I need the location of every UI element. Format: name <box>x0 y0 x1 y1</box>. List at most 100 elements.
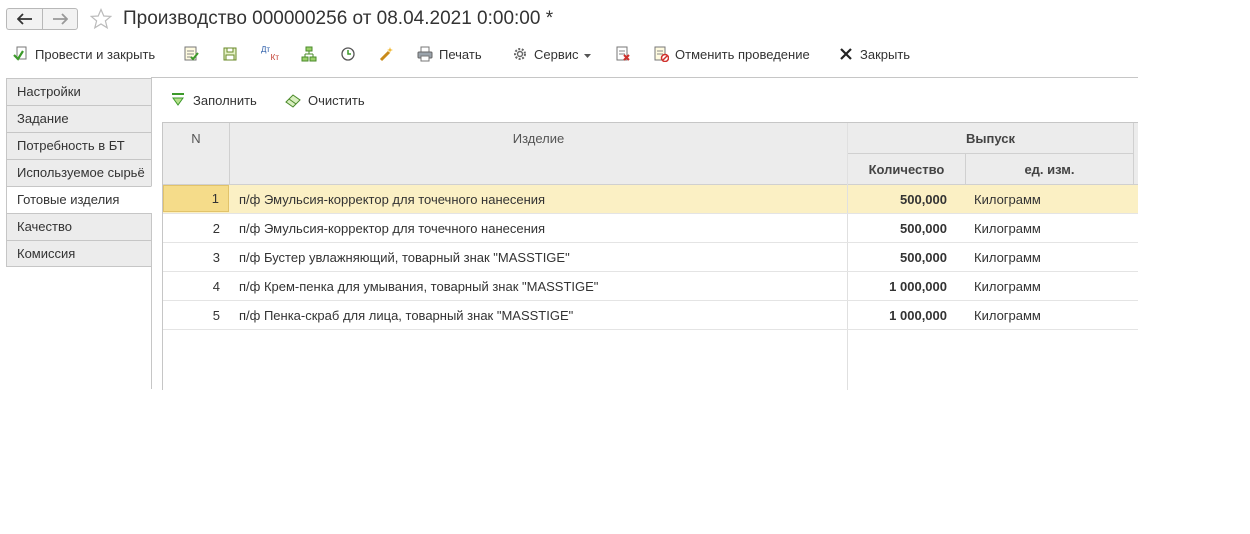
post-button[interactable] <box>182 42 205 66</box>
item-cell[interactable]: п/ф Эмульсия-корректор для точечного нан… <box>230 214 846 242</box>
sidebar-item-task[interactable]: Задание <box>6 105 152 132</box>
history-nav <box>6 8 78 30</box>
sidebar-item-commission[interactable]: Комиссия <box>6 240 152 267</box>
sidebar-item-label: Комиссия <box>17 246 76 261</box>
sidebar-item-settings[interactable]: Настройки <box>6 78 152 105</box>
unit-cell[interactable]: Килограмм <box>965 272 1133 300</box>
dt-kt-icon: Дт Кт <box>261 45 279 63</box>
fill-label: Заполнить <box>193 92 257 108</box>
row-number-cell[interactable]: 4 <box>163 272 229 300</box>
back-button[interactable] <box>6 8 42 30</box>
column-group-label: Выпуск <box>966 130 1015 146</box>
favorite-star-button[interactable] <box>89 7 113 33</box>
sidebar-item-label: Используемое сырьё <box>17 165 145 180</box>
table-row[interactable]: 5 п/ф Пенка-скраб для лица, товарный знак… <box>163 301 1138 330</box>
quantity-cell[interactable]: 500,000 <box>847 214 965 242</box>
column-header-filler <box>1134 123 1138 185</box>
save-button[interactable] <box>221 42 244 66</box>
arrow-right-icon <box>53 13 68 25</box>
close-label: Закрыть <box>860 46 911 62</box>
kt-label: Кт <box>270 53 279 62</box>
close-icon <box>837 45 855 63</box>
cancel-posting-label: Отменить проведение <box>675 46 810 62</box>
sidebar: Настройки Задание Потребность в БТ Испол… <box>6 78 152 267</box>
column-group-header-output: Выпуск <box>848 123 1134 154</box>
window-title: Производство 000000256 от 08.04.2021 0:0… <box>123 8 554 29</box>
save-icon <box>221 45 239 63</box>
sidebar-item-label: Качество <box>17 219 72 234</box>
service-label: Сервис <box>534 46 579 62</box>
print-button[interactable]: Печать <box>416 42 482 66</box>
cancel-posting-button[interactable]: Отменить проведение <box>652 42 810 66</box>
magic-wand-icon <box>377 45 395 63</box>
clock-history-icon <box>339 45 357 63</box>
printer-icon <box>416 45 434 63</box>
fill-button[interactable]: Заполнить <box>169 90 257 110</box>
table-row[interactable]: 2 п/ф Эмульсия-корректор для точечного на… <box>163 214 1138 243</box>
column-header-n[interactable]: N <box>163 123 230 185</box>
document-post-icon <box>182 45 200 63</box>
cancel-posting-icon <box>652 45 670 63</box>
item-cell[interactable]: п/ф Бустер увлажняющий, товарный знак "M… <box>230 243 846 271</box>
quantity-cell[interactable]: 1 000,000 <box>847 272 965 300</box>
item-cell[interactable]: п/ф Пенка-скраб для лица, товарный знак … <box>230 301 846 329</box>
post-and-close-icon <box>12 45 30 63</box>
quantity-cell[interactable]: 1 000,000 <box>847 301 965 329</box>
print-label: Печать <box>439 46 482 62</box>
unit-cell[interactable]: Килограмм <box>965 243 1133 271</box>
column-header-label: Количество <box>868 161 945 177</box>
table-row[interactable]: 1 п/ф Эмульсия-корректор для точечного на… <box>163 185 1138 214</box>
clear-button[interactable]: Очистить <box>284 90 365 110</box>
sidebar-item-bt-demand[interactable]: Потребность в БТ <box>6 132 152 159</box>
column-header-unit[interactable]: ед. изм. <box>966 154 1134 185</box>
fill-down-icon <box>169 91 187 109</box>
table-row[interactable]: 3 п/ф Бустер увлажняющий, товарный знак "… <box>163 243 1138 272</box>
sidebar-item-raw-materials[interactable]: Используемое сырьё <box>6 159 152 186</box>
column-header-label: N <box>191 131 201 146</box>
sidebar-item-quality[interactable]: Качество <box>6 213 152 240</box>
quantity-cell[interactable]: 500,000 <box>847 243 965 271</box>
eraser-icon <box>284 91 302 109</box>
post-and-close-label: Провести и закрыть <box>35 46 156 62</box>
content-top-border <box>151 77 1138 78</box>
row-number-cell[interactable]: 2 <box>163 214 229 242</box>
star-icon <box>89 7 113 30</box>
column-header-item[interactable]: Изделие <box>230 123 848 185</box>
related-docs-button[interactable] <box>377 42 400 66</box>
delete-movements-button[interactable] <box>614 42 637 66</box>
sidebar-item-finished-products[interactable]: Готовые изделия <box>6 186 152 213</box>
close-button[interactable]: Закрыть <box>837 42 910 66</box>
service-menu-button[interactable]: Сервис <box>511 42 591 66</box>
column-header-label: ед. изм. <box>1024 161 1075 177</box>
column-header-quantity[interactable]: Количество <box>848 154 966 185</box>
row-number-cell[interactable]: 3 <box>163 243 229 271</box>
history-button[interactable] <box>339 42 362 66</box>
finished-products-table: N Изделие Выпуск Количество ед. изм. 1 п/… <box>162 122 1138 390</box>
row-number-cell[interactable]: 1 <box>163 185 229 212</box>
sidebar-item-label: Готовые изделия <box>17 192 120 207</box>
row-number-cell[interactable]: 5 <box>163 301 229 329</box>
dt-label: Дт <box>261 45 271 54</box>
item-cell[interactable]: п/ф Крем-пенка для умывания, товарный зн… <box>230 272 846 300</box>
document-delete-icon <box>614 45 632 63</box>
sidebar-item-label: Задание <box>17 111 69 126</box>
dt-kt-button[interactable]: Дт Кт <box>261 42 284 66</box>
sidebar-item-label: Настройки <box>17 84 81 99</box>
clear-label: Очистить <box>308 92 365 108</box>
chevron-down-icon <box>583 47 591 62</box>
structure-button[interactable] <box>300 42 323 66</box>
post-and-close-button[interactable]: Провести и закрыть <box>12 42 155 66</box>
forward-button[interactable] <box>42 8 78 30</box>
unit-cell[interactable]: Килограмм <box>965 214 1133 242</box>
hierarchy-icon <box>300 45 318 63</box>
item-cell[interactable]: п/ф Эмульсия-корректор для точечного нан… <box>230 185 846 213</box>
sidebar-item-label: Потребность в БТ <box>17 138 125 153</box>
table-row[interactable]: 4 п/ф Крем-пенка для умывания, товарный з… <box>163 272 1138 301</box>
command-bar: Провести и закрыть Дт Кт Печать Сервис О… <box>0 42 1140 66</box>
quantity-cell[interactable]: 500,000 <box>847 185 965 213</box>
unit-cell[interactable]: Килограмм <box>965 185 1133 213</box>
gear-icon <box>511 45 529 63</box>
arrow-left-icon <box>16 13 32 25</box>
unit-cell[interactable]: Килограмм <box>965 301 1133 329</box>
column-header-label: Изделие <box>512 131 565 146</box>
